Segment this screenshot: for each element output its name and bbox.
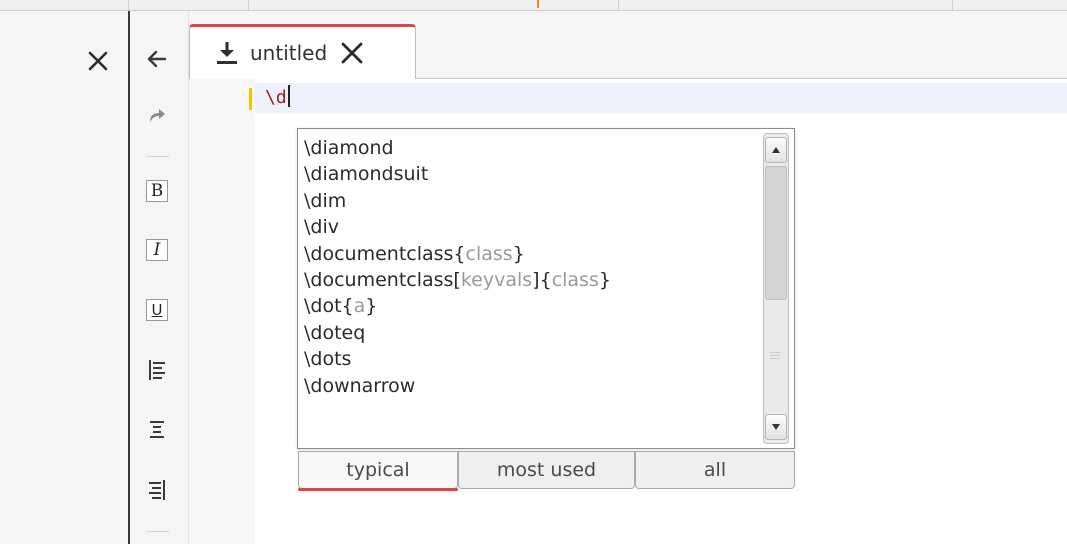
completion-filter-tabs: typical most used all — [298, 451, 795, 491]
completion-list[interactable]: \diamond \diamondsuit \dim \div \documentcla… — [304, 135, 754, 399]
command-text: \downarrow — [304, 374, 416, 397]
completion-item[interactable]: \dot{a} — [304, 293, 754, 319]
align-left-icon — [149, 360, 165, 380]
change-marker — [249, 88, 252, 110]
toolbar-divider — [147, 531, 169, 532]
align-left-button[interactable] — [140, 355, 174, 385]
arrow-left-icon — [147, 50, 167, 68]
bold-button[interactable]: B — [140, 176, 174, 206]
italic-label: I — [146, 239, 168, 261]
line-gutter — [189, 79, 255, 544]
top-divider — [248, 0, 249, 10]
command-text: \dot{ — [304, 295, 354, 318]
completion-item[interactable]: \div — [304, 214, 754, 240]
command-text: \div — [304, 216, 339, 239]
tab-untitled[interactable]: untitled — [189, 24, 416, 80]
toolbar-divider — [147, 156, 169, 157]
filter-tab-label: typical — [346, 459, 410, 481]
command-text: \diamondsuit — [304, 163, 429, 186]
underline-button[interactable]: U — [140, 295, 174, 325]
command-text: \dim — [304, 189, 347, 212]
completion-item[interactable]: \dots — [304, 346, 754, 372]
tab-close-button[interactable] — [338, 39, 366, 67]
completion-scrollbar[interactable] — [763, 133, 789, 444]
align-right-button[interactable] — [140, 475, 174, 505]
command-text: \doteq — [304, 321, 366, 344]
align-right-icon — [149, 480, 165, 500]
completion-item[interactable]: \dim — [304, 188, 754, 214]
completion-item[interactable]: \diamond — [304, 135, 754, 161]
argument-placeholder: keyvals — [460, 268, 533, 291]
tab-bar: untitled — [189, 11, 1067, 80]
triangle-up-icon — [772, 147, 780, 153]
code-line[interactable]: \d — [265, 84, 290, 112]
completion-item[interactable]: \diamondsuit — [304, 161, 754, 187]
command-text: } — [365, 295, 378, 318]
command-text: \documentclass[ — [304, 268, 461, 291]
scroll-thumb[interactable] — [765, 166, 787, 300]
command-text: \diamond — [304, 137, 394, 159]
top-divider — [618, 0, 619, 10]
top-strip — [0, 0, 1067, 11]
command-text: ]{ — [532, 268, 552, 291]
align-center-button[interactable] — [140, 415, 174, 445]
italic-button[interactable]: I — [140, 235, 174, 265]
scroll-up-button[interactable] — [765, 137, 787, 163]
command-text: } — [598, 268, 611, 291]
close-panel-button[interactable] — [84, 47, 112, 75]
command-text: \dots — [304, 348, 352, 371]
download-icon — [217, 42, 237, 64]
argument-placeholder: class — [551, 268, 599, 291]
redo-button[interactable] — [140, 100, 174, 130]
top-divider — [952, 0, 953, 10]
filter-tab-label: most used — [496, 459, 597, 481]
align-center-icon — [150, 421, 164, 438]
command-text: \documentclass{ — [304, 242, 466, 265]
completion-item[interactable]: \documentclass[keyvals]{class} — [304, 267, 754, 293]
top-divider — [128, 0, 129, 10]
argument-placeholder: a — [353, 295, 366, 318]
tab-title: untitled — [250, 41, 328, 65]
completion-item[interactable]: \doteq — [304, 320, 754, 346]
argument-placeholder: class — [465, 242, 513, 265]
close-icon — [88, 51, 108, 71]
underline-label: U — [146, 299, 168, 321]
filter-tab-label: all — [703, 459, 727, 481]
filter-tab-all[interactable]: all — [635, 451, 795, 489]
filter-tab-most-used[interactable]: most used — [458, 451, 635, 489]
code-text: \d — [265, 87, 287, 108]
scroll-down-button[interactable] — [765, 414, 787, 440]
command-text: } — [512, 242, 525, 265]
active-tab-indicator — [298, 488, 458, 491]
completion-item[interactable]: \documentclass{class} — [304, 241, 754, 267]
completion-item[interactable]: \downarrow — [304, 373, 754, 399]
filter-tab-typical[interactable]: typical — [298, 451, 458, 489]
back-button[interactable] — [140, 44, 174, 74]
text-cursor — [287, 85, 290, 107]
edit-toolbar: B I U — [130, 11, 189, 544]
bold-label: B — [146, 180, 168, 202]
redo-arrow-icon — [150, 109, 165, 122]
side-panel — [0, 11, 130, 544]
triangle-down-icon — [772, 424, 780, 430]
completion-popup[interactable]: \diamond \diamondsuit \dim \div \documentcla… — [297, 128, 795, 449]
scroll-grip — [770, 352, 780, 361]
orange-marker — [537, 0, 539, 8]
current-line-highlight — [255, 83, 1067, 113]
